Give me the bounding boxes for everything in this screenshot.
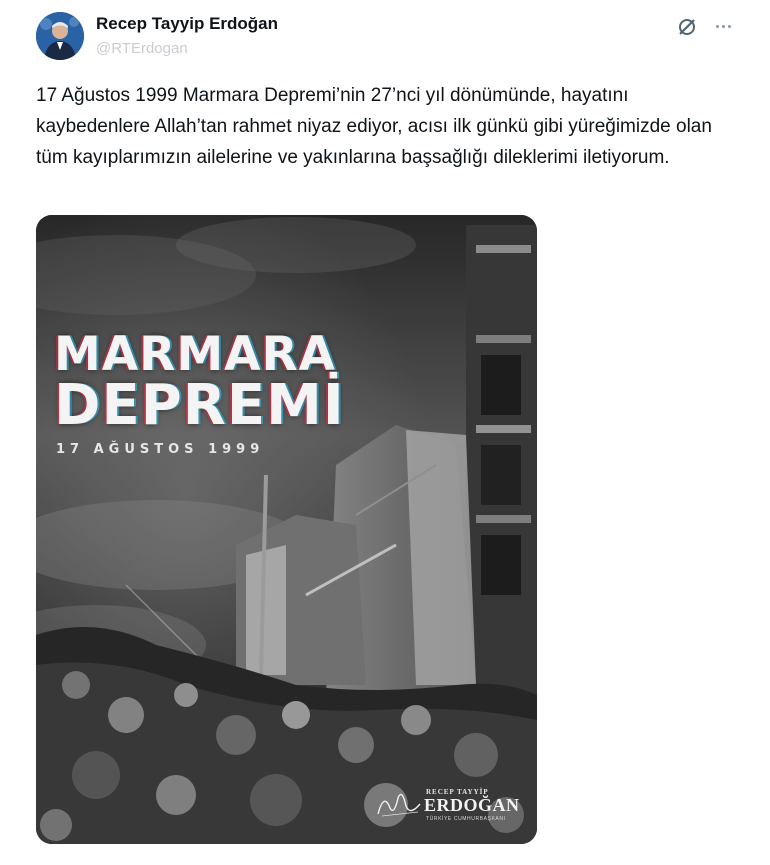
tweet-text: 17 Ağustos 1999 Marmara Depremi’nin 27’n…: [36, 85, 712, 168]
avatar-image: [36, 12, 84, 60]
poster-date: 17 AĞUSTOS 1999: [56, 442, 265, 457]
signature-scribble-icon: [377, 793, 421, 817]
more-dot: [721, 24, 725, 28]
signature-name: ERDOĞAN: [424, 795, 520, 815]
avatar[interactable]: [36, 12, 84, 60]
author-display-name[interactable]: Recep Tayyip Erdoğan: [96, 14, 278, 34]
author-handle[interactable]: @RTErdogan: [96, 40, 188, 57]
more-dot: [727, 24, 731, 28]
more-icon[interactable]: [708, 14, 738, 38]
grok-icon[interactable]: [676, 16, 698, 38]
signature-role: TÜRKİYE CUMHURBAŞKANI: [426, 816, 506, 822]
signature-logo: RECEP TAYYİP ERDOĞAN TÜRKİYE CUMHURBAŞKA…: [376, 780, 526, 830]
earthquake-rubble-photo: [36, 215, 537, 844]
poster-title-line2: DEPREMİ: [54, 373, 345, 438]
tweet-media-image[interactable]: MARMARA DEPREMİ 17 AĞUSTOS 1999 RECEP TA…: [36, 215, 537, 844]
more-dot: [715, 24, 719, 28]
